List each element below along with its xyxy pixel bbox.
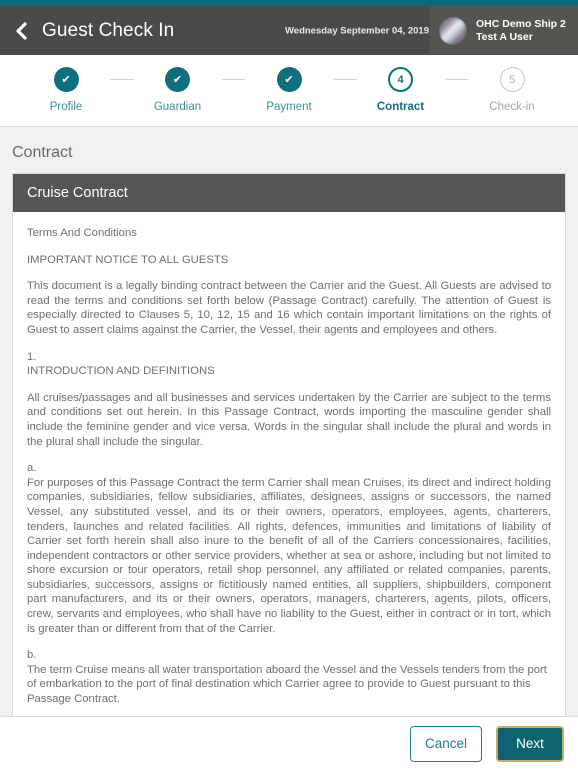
- step-payment-label: Payment: [266, 101, 312, 113]
- step-profile-label: Profile: [49, 101, 83, 113]
- step-payment[interactable]: ✔ Payment: [245, 67, 333, 113]
- contract-paragraph: INTRODUCTION AND DEFINITIONS: [27, 365, 215, 378]
- progress-stepper: ✔ Profile ✔ Guardian ✔ Payment 4 Contrac…: [0, 57, 578, 113]
- contract-paragraph: Terms And Conditions: [27, 227, 137, 239]
- step-checkin-label: Check-in: [489, 101, 535, 113]
- step-payment-circle: ✔: [276, 67, 302, 92]
- step-guardian[interactable]: ✔ Guardian: [134, 67, 222, 113]
- contract-paragraph: IMPORTANT NOTICE TO ALL GUESTS: [27, 253, 229, 266]
- current-date: Wednesday September 04, 2019: [285, 25, 429, 36]
- step-checkin-circle: 5: [499, 67, 525, 92]
- user-avatar-icon: [439, 16, 467, 45]
- user-info: OHC Demo Ship 2 Test A User: [476, 18, 566, 44]
- user-account-box[interactable]: OHC Demo Ship 2 Test A User: [430, 6, 578, 55]
- card-title: Cruise Contract: [13, 174, 565, 212]
- next-button[interactable]: Next: [496, 725, 564, 762]
- ship-name: OHC Demo Ship 2: [476, 17, 566, 30]
- contract-text-scroll-area[interactable]: Terms And Conditions IMPORTANT NOTICE TO…: [13, 212, 565, 738]
- step-connector-1: [110, 79, 134, 80]
- step-profile[interactable]: ✔ Profile: [22, 67, 110, 113]
- contract-paragraph: This document is a legally binding contr…: [27, 280, 551, 336]
- step-contract[interactable]: 4 Contract: [357, 67, 445, 113]
- chevron-left-icon: [14, 21, 28, 41]
- step-contract-circle: 4: [388, 67, 413, 92]
- contract-paragraph: b.: [27, 649, 37, 662]
- step-connector-3: [333, 79, 357, 80]
- back-button[interactable]: [0, 6, 42, 55]
- page-title: Contract: [12, 144, 73, 161]
- step-connector-2: [221, 79, 245, 80]
- contract-paragraph: For purposes of this Passage Contract th…: [27, 476, 551, 635]
- contract-paragraph: 1.: [27, 350, 37, 363]
- guest-check-in-screen: Guest Check In Wednesday September 04, 2…: [0, 0, 578, 770]
- step-guardian-label: Guardian: [153, 101, 202, 113]
- step-connector-4: [444, 79, 468, 80]
- step-guardian-circle: ✔: [165, 67, 190, 92]
- cancel-button[interactable]: Cancel: [410, 725, 482, 762]
- contract-page-body: Contract Cruise Contract Terms And Condi…: [0, 127, 578, 770]
- page-title-header: Guest Check In: [42, 19, 175, 41]
- step-contract-label: Contract: [376, 101, 425, 113]
- cruise-contract-card: Cruise Contract Terms And Conditions IMP…: [12, 173, 566, 739]
- progress-stepper-bar: ✔ Profile ✔ Guardian ✔ Payment 4 Contrac…: [0, 55, 578, 127]
- step-profile-circle: ✔: [53, 67, 79, 92]
- step-checkin[interactable]: 5 Check-in: [468, 67, 556, 113]
- user-name: Test A User: [476, 30, 533, 43]
- action-footer: Cancel Next: [0, 716, 578, 770]
- contract-paragraph: The term Cruise means all water transpor…: [27, 663, 547, 706]
- contract-paragraph: All cruises/passages and all businesses …: [27, 391, 551, 448]
- app-header: Guest Check In Wednesday September 04, 2…: [0, 6, 578, 55]
- contract-paragraph: a.: [27, 462, 37, 475]
